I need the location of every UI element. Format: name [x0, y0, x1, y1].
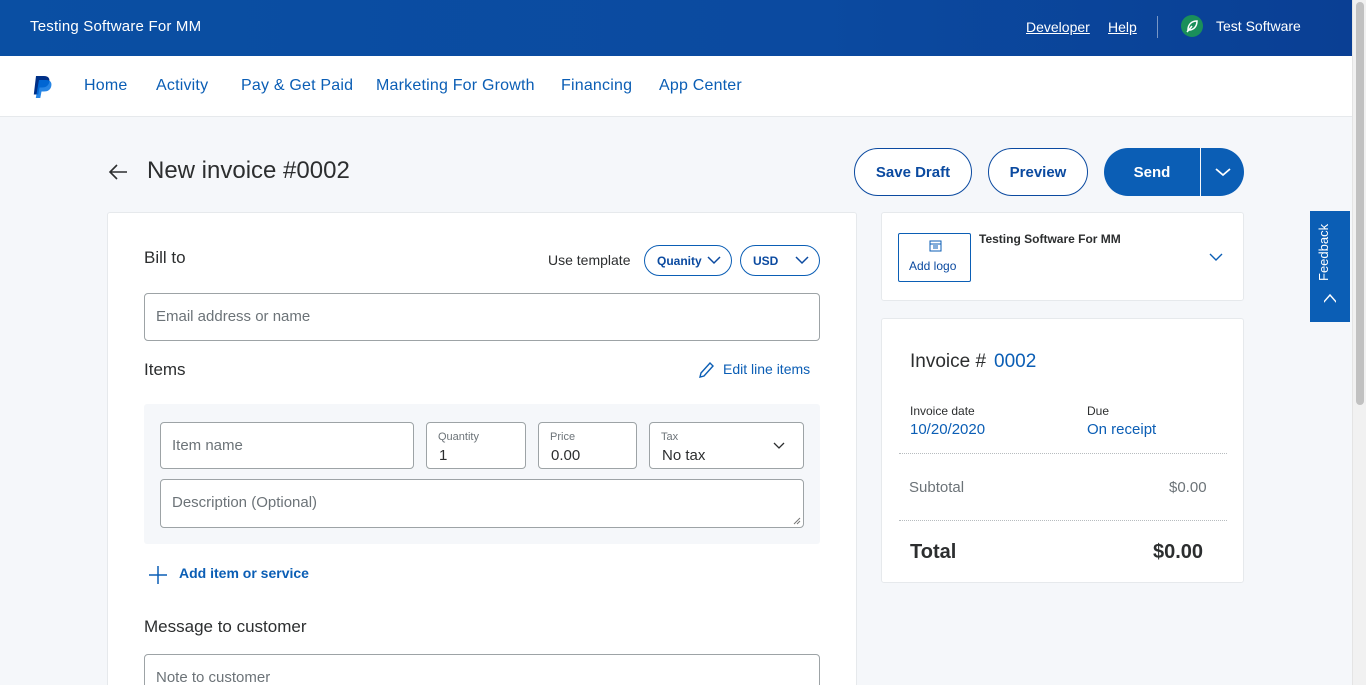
due-label: Due [1087, 404, 1110, 418]
total-label: Total [910, 541, 957, 563]
nav-item-pay-get-paid[interactable]: Pay & Get Paid [241, 77, 353, 95]
subtotal-value: $0.00 [1169, 479, 1207, 496]
bill-to-heading: Bill to [144, 248, 186, 267]
email-placeholder: Email address or name [156, 308, 311, 325]
bill-to-email-input[interactable]: Email address or name [144, 293, 820, 341]
due-value[interactable]: On receipt [1087, 421, 1156, 438]
business-card-name: Testing Software For MM [979, 232, 1121, 246]
page-scrollbar[interactable] [1352, 0, 1366, 685]
items-heading: Items [144, 360, 186, 379]
help-link[interactable]: Help [1108, 19, 1137, 35]
description-placeholder: Description (Optional) [172, 494, 318, 511]
business-name: Testing Software For MM [30, 18, 202, 35]
invoice-date-value[interactable]: 10/20/2020 [910, 421, 985, 438]
chevron-down-icon[interactable] [1209, 253, 1223, 262]
currency-value: USD [753, 253, 779, 268]
template-select[interactable]: Quanity [644, 245, 732, 276]
chevron-up-icon [1324, 293, 1336, 304]
top-bar: Testing Software For MM Developer Help T… [0, 0, 1352, 56]
business-info-card: Add logo Testing Software For MM [881, 212, 1244, 301]
pencil-icon[interactable] [697, 360, 715, 380]
plus-icon[interactable] [148, 565, 168, 585]
divider [1157, 16, 1158, 38]
tax-select[interactable]: Tax No tax [649, 422, 804, 469]
tax-value: No tax [662, 447, 706, 464]
quantity-label: Quantity [438, 431, 479, 443]
divider [899, 453, 1227, 454]
nav-item-activity[interactable]: Activity [156, 77, 208, 95]
price-input[interactable]: Price 0.00 [538, 422, 637, 469]
note-input[interactable]: Note to customer [144, 654, 820, 685]
nav-item-marketing[interactable]: Marketing For Growth [376, 77, 535, 95]
chevron-down-icon [1214, 168, 1231, 177]
note-placeholder: Note to customer [156, 669, 271, 685]
item-name-placeholder: Item name [172, 437, 243, 454]
invoice-date-label: Invoice date [910, 404, 975, 418]
page-title: New invoice #0002 [147, 157, 350, 184]
scrollbar-thumb[interactable] [1356, 2, 1364, 405]
chevron-down-icon [773, 442, 785, 449]
invoice-number-label: Invoice # [910, 351, 987, 372]
add-item-button[interactable]: Add item or service [179, 565, 309, 581]
user-name[interactable]: Test Software [1216, 18, 1301, 34]
message-heading: Message to customer [144, 617, 307, 636]
preview-button[interactable]: Preview [988, 148, 1088, 196]
template-value: Quanity [657, 253, 702, 268]
quantity-input[interactable]: Quantity 1 [426, 422, 526, 469]
developer-link[interactable]: Developer [1026, 19, 1090, 35]
paypal-logo-icon[interactable] [31, 75, 53, 99]
subtotal-label: Subtotal [909, 479, 965, 496]
total-value: $0.00 [1153, 541, 1204, 563]
resize-handle-icon[interactable] [793, 517, 801, 525]
use-template-label: Use template [548, 252, 631, 268]
nav-item-home[interactable]: Home [84, 77, 127, 95]
send-button[interactable]: Send [1104, 148, 1200, 196]
tax-label: Tax [661, 431, 679, 443]
price-label: Price [550, 431, 576, 443]
quantity-value: 1 [439, 447, 448, 464]
main-nav: Home Activity Pay & Get Paid Marketing F… [0, 56, 1352, 117]
divider [899, 520, 1227, 521]
back-arrow-icon[interactable] [107, 160, 129, 184]
save-draft-button[interactable]: Save Draft [854, 148, 972, 196]
feedback-tab[interactable]: Feedback [1310, 211, 1350, 322]
price-value: 0.00 [551, 447, 581, 464]
item-name-input[interactable]: Item name [160, 422, 414, 469]
edit-line-items-link[interactable]: Edit line items [723, 361, 810, 377]
nav-item-app-center[interactable]: App Center [659, 77, 742, 95]
leaf-icon [1186, 20, 1198, 33]
add-logo-label: Add logo [909, 259, 957, 273]
send-options-button[interactable] [1201, 148, 1244, 196]
chevron-down-icon [707, 256, 721, 265]
add-logo-button[interactable]: Add logo [898, 233, 971, 282]
image-icon [929, 240, 942, 252]
avatar[interactable] [1181, 15, 1203, 37]
chevron-down-icon [795, 256, 809, 265]
nav-item-financing[interactable]: Financing [561, 77, 632, 95]
description-input[interactable]: Description (Optional) [160, 479, 804, 528]
feedback-label: Feedback [1316, 223, 1331, 281]
invoice-number[interactable]: 0002 [994, 351, 1036, 373]
currency-select[interactable]: USD [740, 245, 820, 276]
